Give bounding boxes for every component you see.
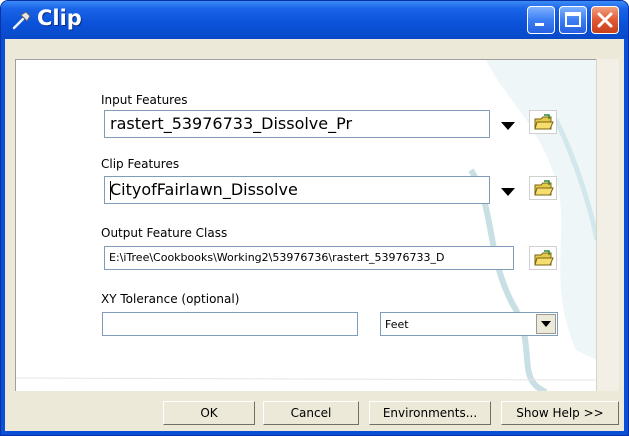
environments-button[interactable]: Environments... [369, 401, 491, 425]
output-feature-class-label: Output Feature Class [101, 226, 228, 240]
unit-dropdown-button[interactable] [536, 314, 556, 334]
maximize-button[interactable] [559, 6, 587, 34]
dialog-client-area: Input Features rastert_53976733_Dissolve… [5, 39, 624, 431]
window-title: Clip [37, 6, 82, 30]
input-features-value: rastert_53976733_Dissolve_Pr [110, 114, 353, 133]
close-icon [597, 12, 613, 28]
open-folder-icon [534, 180, 554, 196]
xy-tolerance-label: XY Tolerance (optional) [101, 292, 240, 306]
vertical-scrollbar[interactable] [596, 59, 619, 391]
clip-features-browse-button[interactable] [529, 176, 557, 200]
cancel-button[interactable]: Cancel [263, 401, 359, 425]
ok-button[interactable]: OK [163, 401, 255, 425]
chevron-down-icon [541, 321, 551, 327]
clip-dialog-window: Clip Input Features rastert_53976733_Dis… [0, 0, 629, 436]
maximize-icon [565, 12, 581, 27]
input-features-combo[interactable]: rastert_53976733_Dissolve_Pr [104, 110, 490, 138]
show-help-button[interactable]: Show Help >> [501, 401, 619, 425]
button-row: OK Cancel Environments... Show Help >> [5, 391, 624, 431]
clip-features-combo[interactable]: CityofFairlawn_Dissolve [104, 176, 490, 204]
input-features-browse-button[interactable] [529, 110, 557, 134]
output-feature-class-field[interactable]: E:\iTree\Cookbooks\Working2\53976736\ras… [104, 246, 514, 270]
input-features-label: Input Features [101, 93, 188, 107]
output-feature-class-browse-button[interactable] [529, 246, 557, 270]
xy-tolerance-input[interactable] [102, 312, 358, 336]
close-button[interactable] [591, 6, 619, 34]
title-bar[interactable]: Clip [1, 1, 628, 39]
clip-features-value: CityofFairlawn_Dissolve [110, 180, 298, 199]
chevron-down-icon[interactable] [500, 186, 516, 198]
xy-tolerance-unit-value: Feet [385, 318, 409, 331]
minimize-icon [535, 23, 544, 26]
hammer-icon [11, 9, 33, 31]
parameters-pane: Input Features rastert_53976733_Dissolve… [15, 59, 597, 392]
chevron-down-icon[interactable] [500, 120, 516, 132]
minimize-button[interactable] [527, 6, 555, 34]
open-folder-icon [534, 114, 554, 130]
xy-tolerance-unit-select[interactable]: Feet [380, 312, 558, 336]
clip-features-label: Clip Features [101, 157, 180, 171]
output-feature-class-value: E:\iTree\Cookbooks\Working2\53976736\ras… [109, 251, 445, 264]
open-folder-icon [534, 250, 554, 266]
